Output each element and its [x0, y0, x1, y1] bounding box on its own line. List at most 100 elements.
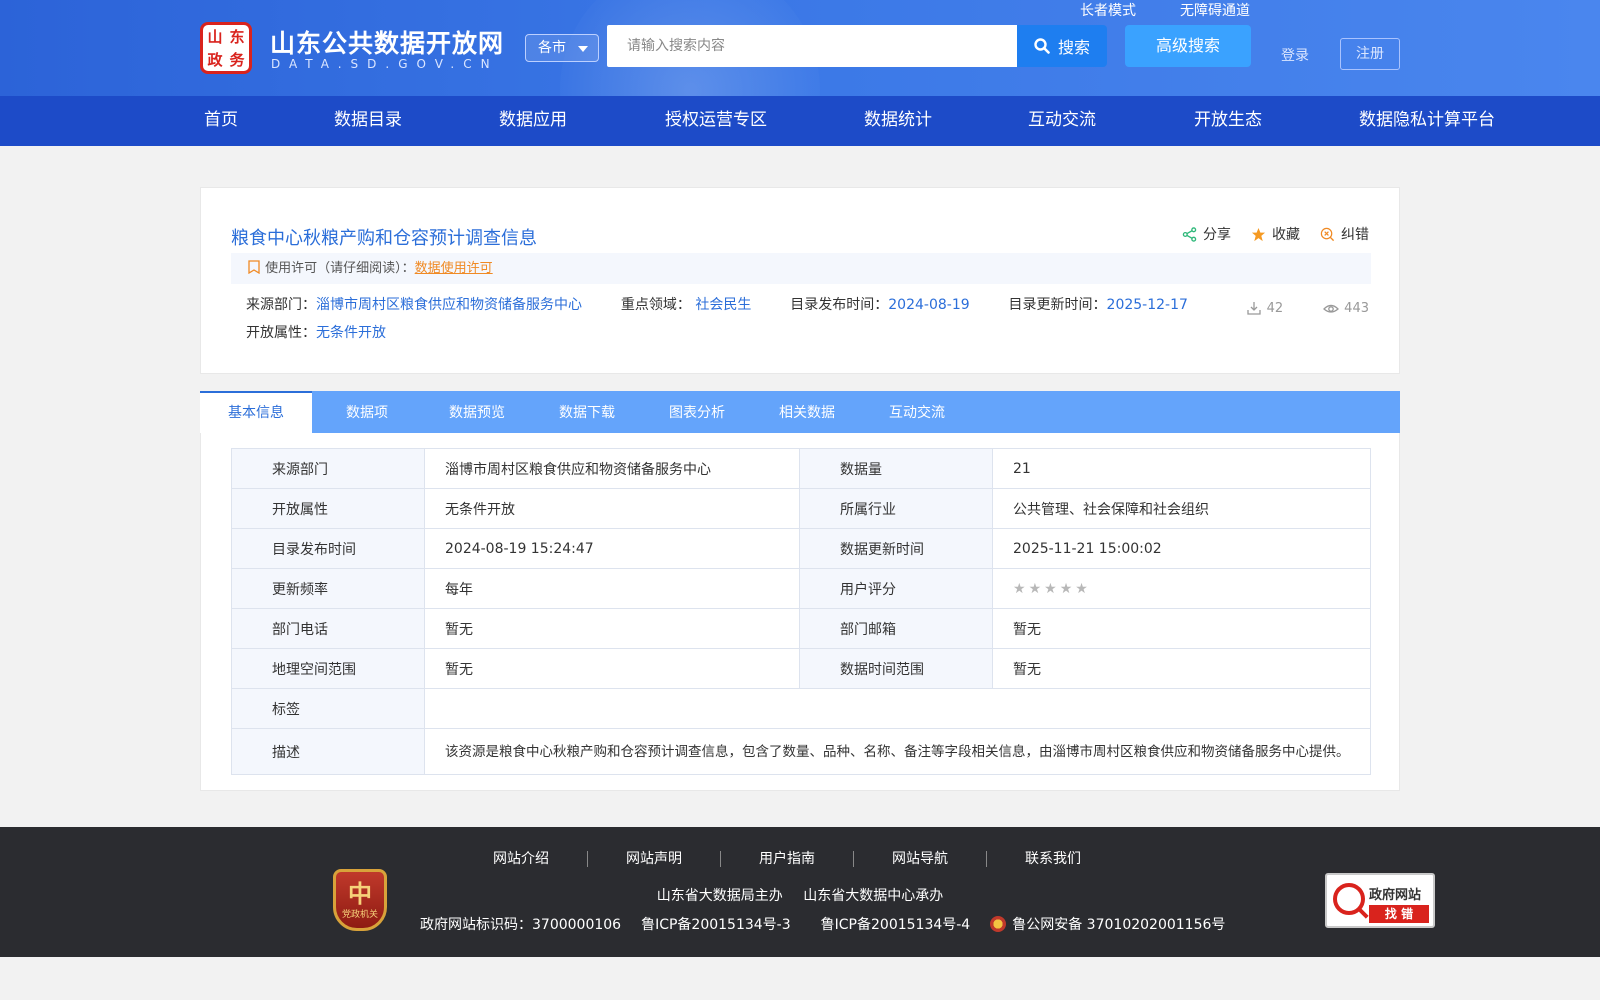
- nav-item-privacy-computing[interactable]: 数据隐私计算平台: [1359, 96, 1495, 146]
- party-badge-text: 党政机关: [341, 909, 378, 920]
- value-cell: 21: [992, 448, 1371, 489]
- elder-mode-link[interactable]: 长者模式: [1080, 0, 1136, 20]
- star-icon[interactable]: ★: [1060, 581, 1073, 597]
- label-cell: 来源部门: [231, 448, 425, 489]
- footer-link-statement[interactable]: 网站声明: [588, 851, 721, 867]
- value-cell: 暂无: [992, 608, 1371, 649]
- footer-link-guide[interactable]: 用户指南: [721, 851, 854, 867]
- advanced-search-button[interactable]: 高级搜索: [1125, 25, 1251, 67]
- nav-item-apps[interactable]: 数据应用: [499, 96, 567, 146]
- publish-label: 目录发布时间：: [790, 297, 889, 313]
- label-cell: 部门邮箱: [799, 608, 993, 649]
- download-count-value: 42: [1266, 300, 1284, 316]
- tab-data-items[interactable]: 数据项: [312, 391, 422, 433]
- table-row: 来源部门 淄博市周村区粮食供应和物资储备服务中心 数据量 21: [231, 448, 1371, 489]
- update-value: 2025-12-17: [1106, 297, 1188, 313]
- favorite-button[interactable]: 收藏: [1251, 224, 1300, 244]
- value-cell: 淄博市周村区粮食供应和物资储备服务中心: [424, 448, 800, 489]
- footer-link-about[interactable]: 网站介绍: [455, 851, 588, 867]
- logo-seal-char: 东: [229, 27, 245, 46]
- rating-cell: ★ ★ ★ ★ ★: [992, 568, 1371, 609]
- search-input[interactable]: [607, 25, 1018, 67]
- star-icon[interactable]: ★: [1075, 581, 1088, 597]
- nav-item-authorized-ops[interactable]: 授权运营专区: [665, 96, 767, 146]
- chevron-down-icon: [578, 46, 588, 52]
- login-link[interactable]: 登录: [1281, 45, 1309, 65]
- register-button[interactable]: 注册: [1340, 38, 1400, 70]
- open-value: 无条件开放: [316, 325, 386, 341]
- site-code: 政府网站标识码：3700000106: [420, 917, 622, 933]
- nav-item-home[interactable]: 首页: [204, 96, 238, 146]
- gov-site-error-badge[interactable]: 政府网站 找 错: [1325, 873, 1435, 928]
- share-icon: [1182, 226, 1197, 242]
- city-select[interactable]: 各市: [525, 34, 599, 62]
- logo-seal-char: 务: [229, 50, 245, 69]
- table-row: 标签: [231, 688, 1371, 729]
- tab-data-preview[interactable]: 数据预览: [422, 391, 532, 433]
- nav-item-statistics[interactable]: 数据统计: [864, 96, 932, 146]
- view-count-value: 443: [1344, 300, 1369, 316]
- star-icon: [1251, 227, 1266, 241]
- basic-info-panel: 来源部门 淄博市周村区粮食供应和物资储备服务中心 数据量 21 开放属性 无条件…: [200, 433, 1400, 791]
- tab-data-download[interactable]: 数据下载: [532, 391, 642, 433]
- value-cell: 暂无: [424, 648, 800, 689]
- search-icon: [1034, 38, 1050, 54]
- city-select-label: 各市: [538, 40, 566, 56]
- nav-item-catalog[interactable]: 数据目录: [334, 96, 402, 146]
- label-cell: 地理空间范围: [231, 648, 425, 689]
- field-value[interactable]: 社会民生: [695, 297, 751, 313]
- search-button[interactable]: 搜索: [1017, 25, 1107, 67]
- label-cell: 数据时间范围: [799, 648, 993, 689]
- label-cell: 目录发布时间: [231, 528, 425, 569]
- error-report-icon: [1320, 227, 1335, 241]
- source-value[interactable]: 淄博市周村区粮食供应和物资储备服务中心: [316, 297, 582, 313]
- table-row: 更新频率 每年 用户评分 ★ ★ ★ ★ ★: [231, 568, 1371, 609]
- bookmark-icon: [248, 260, 260, 275]
- accessibility-link[interactable]: 无障碍通道: [1180, 0, 1250, 20]
- logo-seal-char: 山: [207, 27, 223, 46]
- publish-value: 2024-08-19: [888, 297, 970, 313]
- icp-record-1[interactable]: 鲁ICP备20015134号-3: [641, 914, 791, 934]
- license-link[interactable]: 数据使用许可: [415, 261, 493, 276]
- tab-interaction[interactable]: 互动交流: [862, 391, 972, 433]
- footer-link-contact[interactable]: 联系我们: [987, 851, 1119, 867]
- value-cell: 无条件开放: [424, 488, 800, 529]
- label-cell: 描述: [231, 728, 425, 775]
- tab-basic-info[interactable]: 基本信息: [200, 391, 312, 433]
- open-label: 开放属性：: [246, 325, 316, 341]
- tab-chart-analysis[interactable]: 图表分析: [642, 391, 752, 433]
- footer-link-sitemap[interactable]: 网站导航: [854, 851, 987, 867]
- view-count: 443: [1323, 300, 1369, 316]
- user-rating[interactable]: ★ ★ ★ ★ ★: [1013, 581, 1370, 597]
- meta-row-2: 开放属性：无条件开放: [246, 322, 386, 342]
- star-icon[interactable]: ★: [1013, 581, 1026, 597]
- label-cell: 数据更新时间: [799, 528, 993, 569]
- footer: 中 党政机关 网站介绍 网站声明 用户指南 网站导航 联系我们 山东省大数据局主…: [0, 827, 1600, 957]
- share-label: 分享: [1203, 227, 1231, 243]
- footer-organizer: 山东省大数据中心承办: [803, 888, 944, 904]
- site-logo-seal[interactable]: 山 东 政 务: [200, 22, 252, 74]
- value-cell: 2024-08-19 15:24:47: [424, 528, 800, 569]
- share-button[interactable]: 分享: [1182, 224, 1231, 244]
- police-record[interactable]: 鲁公网安备 37010202001156号: [990, 914, 1225, 934]
- license-bar: 使用许可（请仔细阅读）：数据使用许可: [231, 253, 1371, 284]
- gov-err-sub: 找 错: [1369, 905, 1429, 923]
- description-value-cell: 该资源是粮食中心秋粮产购和仓容预计调查信息，包含了数量、品种、名称、备注等字段相…: [424, 728, 1371, 775]
- table-row: 部门电话 暂无 部门邮箱 暂无: [231, 608, 1371, 649]
- value-cell: 公共管理、社会保障和社会组织: [992, 488, 1371, 529]
- gov-err-title: 政府网站: [1369, 888, 1422, 903]
- label-cell: 标签: [231, 688, 425, 729]
- favorite-label: 收藏: [1272, 227, 1300, 243]
- star-icon[interactable]: ★: [1029, 581, 1042, 597]
- icp-record-2[interactable]: 鲁ICP备20015134号-4: [821, 914, 971, 934]
- tab-related-data[interactable]: 相关数据: [752, 391, 862, 433]
- license-label: 使用许可（请仔细阅读）：: [265, 261, 415, 276]
- nav-item-interaction[interactable]: 互动交流: [1028, 96, 1096, 146]
- star-icon[interactable]: ★: [1044, 581, 1057, 597]
- report-error-button[interactable]: 纠错: [1320, 224, 1369, 244]
- nav-item-ecosystem[interactable]: 开放生态: [1194, 96, 1262, 146]
- footer-sponsor: 山东省大数据局主办: [656, 888, 783, 904]
- site-title[interactable]: 山东公共数据开放网: [270, 24, 504, 60]
- eye-icon: [1323, 304, 1340, 313]
- dataset-actions: 分享 收藏 纠错: [1182, 224, 1369, 244]
